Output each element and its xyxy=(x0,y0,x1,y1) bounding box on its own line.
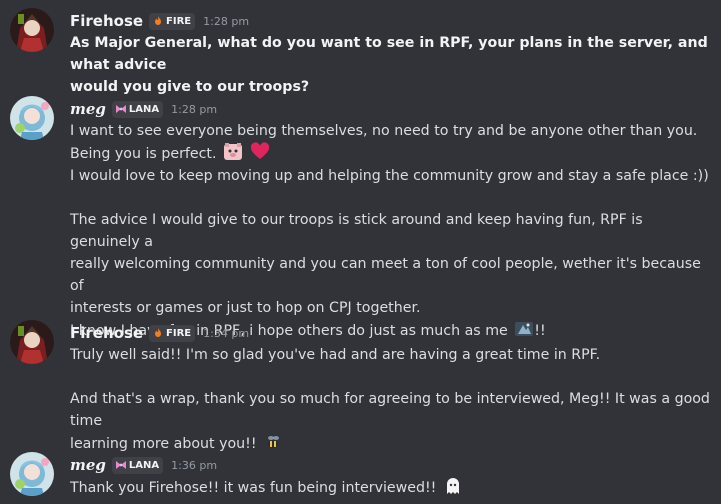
author-name[interactable]: meg xyxy=(70,456,106,474)
heart-emoji-icon[interactable] xyxy=(250,142,270,162)
server-tag-label: FIRE xyxy=(166,15,192,27)
server-tag[interactable]: LANA xyxy=(111,456,164,474)
message-line-text: !! xyxy=(534,323,546,339)
server-tag[interactable]: FIRE xyxy=(149,12,196,30)
message-line: The advice I would give to our troops is… xyxy=(70,212,643,250)
timestamp[interactable]: 1:36 pm xyxy=(171,459,217,472)
message-content: Thank you Firehose!! it was fun being in… xyxy=(70,476,710,499)
message-header: meg LANA 1:36 pm xyxy=(70,454,217,476)
message-line: I would love to keep moving up and helpi… xyxy=(70,168,709,184)
server-tag-label: LANA xyxy=(128,103,160,115)
author-name[interactable]: Firehose xyxy=(70,324,143,342)
timestamp[interactable]: 1:28 pm xyxy=(203,15,249,28)
message-line-text: Being you is perfect. xyxy=(70,146,217,162)
fire-icon xyxy=(152,15,164,27)
bow-icon xyxy=(115,459,127,471)
chat-log: Firehose FIRE 1:28 pm As Major General, … xyxy=(0,0,721,504)
message-line: Truly well said!! I'm so glad you've had… xyxy=(70,347,601,363)
avatar[interactable] xyxy=(10,320,54,364)
avatar[interactable] xyxy=(10,8,54,52)
server-tag-label: LANA xyxy=(128,459,160,471)
timestamp[interactable]: 1:28 pm xyxy=(171,103,217,116)
server-tag[interactable]: FIRE xyxy=(149,324,196,342)
message-line: I want to see everyone being themselves,… xyxy=(70,123,698,139)
pig-face-emoji-icon[interactable] xyxy=(223,142,243,162)
message-line-text: Thank you Firehose!! it was fun being in… xyxy=(70,480,437,496)
bee-sticker-emoji-icon[interactable] xyxy=(263,432,283,452)
message-content: I want to see everyone being themselves,… xyxy=(70,120,710,342)
author-name[interactable]: meg xyxy=(70,100,106,118)
message-header: Firehose FIRE 1:34 pm xyxy=(70,322,249,344)
bow-icon xyxy=(115,103,127,115)
message-content: Truly well said!! I'm so glad you've had… xyxy=(70,344,710,455)
message-line: Thank you Firehose!! it was fun being in… xyxy=(70,476,710,499)
timestamp[interactable]: 1:34 pm xyxy=(203,327,249,340)
message-line: really welcoming community and you can m… xyxy=(70,256,701,294)
ghost-sticker-emoji-icon[interactable] xyxy=(443,476,463,496)
message-line: As Major General, what do you want to se… xyxy=(70,35,708,73)
message-line: would you give to our troops? xyxy=(70,79,310,95)
message-content: As Major General, what do you want to se… xyxy=(70,32,710,98)
fire-icon xyxy=(152,327,164,339)
message-line: Being you is perfect. xyxy=(70,142,710,165)
gaming-sticker-emoji-icon[interactable] xyxy=(514,319,534,339)
message-line-text: learning more about you!! xyxy=(70,436,257,452)
server-tag-label: FIRE xyxy=(166,327,192,339)
avatar[interactable] xyxy=(10,452,54,496)
message-line: interests or games or just to hop on CPJ… xyxy=(70,300,421,316)
message-line: learning more about you!! xyxy=(70,432,710,455)
author-name[interactable]: Firehose xyxy=(70,12,143,30)
message-line: And that's a wrap, thank you so much for… xyxy=(70,391,710,429)
avatar[interactable] xyxy=(10,96,54,140)
server-tag[interactable]: LANA xyxy=(111,100,164,118)
message-header: Firehose FIRE 1:28 pm xyxy=(70,10,249,32)
message-header: meg LANA 1:28 pm xyxy=(70,98,217,120)
